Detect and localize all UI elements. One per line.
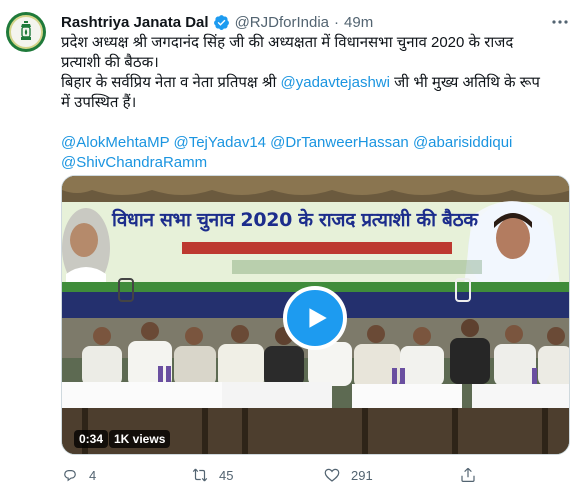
video-duration: 0:34 xyxy=(74,430,109,448)
tweet-line: में उपस्थित हैं। xyxy=(61,94,137,111)
play-button[interactable] xyxy=(283,286,347,350)
author-name[interactable]: Rashtriya Janata Dal xyxy=(61,14,209,31)
like-action[interactable]: 291 xyxy=(323,464,373,486)
retweet-action[interactable]: 45 xyxy=(191,464,233,486)
mention-link[interactable]: @yadavtejashwi xyxy=(281,74,390,91)
tweet-text-fragment: जी भी मुख्य अतिथि के रूप xyxy=(389,74,540,91)
tweet-card[interactable]: Rashtriya Janata Dal @RJDforIndia · 49m … xyxy=(0,0,582,495)
verified-badge-icon xyxy=(213,14,229,30)
share-action[interactable] xyxy=(459,464,477,486)
reply-action[interactable]: 4 xyxy=(61,464,96,486)
like-icon xyxy=(324,468,340,482)
tweet-header: Rashtriya Janata Dal @RJDforIndia · 49m xyxy=(61,12,373,32)
play-icon xyxy=(309,308,327,328)
reply-count: 4 xyxy=(89,467,97,483)
lantern-logo-icon xyxy=(21,21,31,40)
share-icon xyxy=(461,467,475,482)
reply-icon xyxy=(64,470,76,482)
video-player[interactable]: विधान सभा चुनाव 2020 के राजद प्रत्याशी क… xyxy=(61,175,570,455)
tweet-line: प्रदेश अध्यक्ष श्री जगदानंद सिंह जी की अ… xyxy=(61,34,514,51)
tweet-line: प्रत्याशी की बैठक। xyxy=(61,54,159,71)
like-count: 291 xyxy=(351,467,373,483)
mention-links[interactable]: @ShivChandraRamm xyxy=(61,153,571,173)
tweet-text: प्रदेश अध्यक्ष श्री जगदानंद सिंह जी की अ… xyxy=(61,33,571,173)
tweet-text-fragment: बिहार के सर्वप्रिय नेता व नेता प्रतिपक्ष… xyxy=(61,74,281,91)
mention-links[interactable]: @AlokMehtaMP @TejYadav14 @DrTanweerHassa… xyxy=(61,133,571,153)
retweet-icon xyxy=(192,468,208,482)
retweet-count: 45 xyxy=(219,467,234,483)
tweet-time[interactable]: 49m xyxy=(344,14,373,31)
more-icon[interactable] xyxy=(550,12,570,32)
author-avatar[interactable] xyxy=(6,12,46,52)
banner-title: विधान सभा चुनाव 2020 के राजद प्रत्याशी क… xyxy=(112,209,478,231)
tweet-actions: 4 45 291 xyxy=(61,464,561,486)
header-separator: · xyxy=(334,13,340,31)
author-handle[interactable]: @RJDforIndia xyxy=(235,14,329,31)
video-views: 1K views xyxy=(109,430,171,448)
tweet-line: बिहार के सर्वप्रिय नेता व नेता प्रतिपक्ष… xyxy=(61,73,571,93)
